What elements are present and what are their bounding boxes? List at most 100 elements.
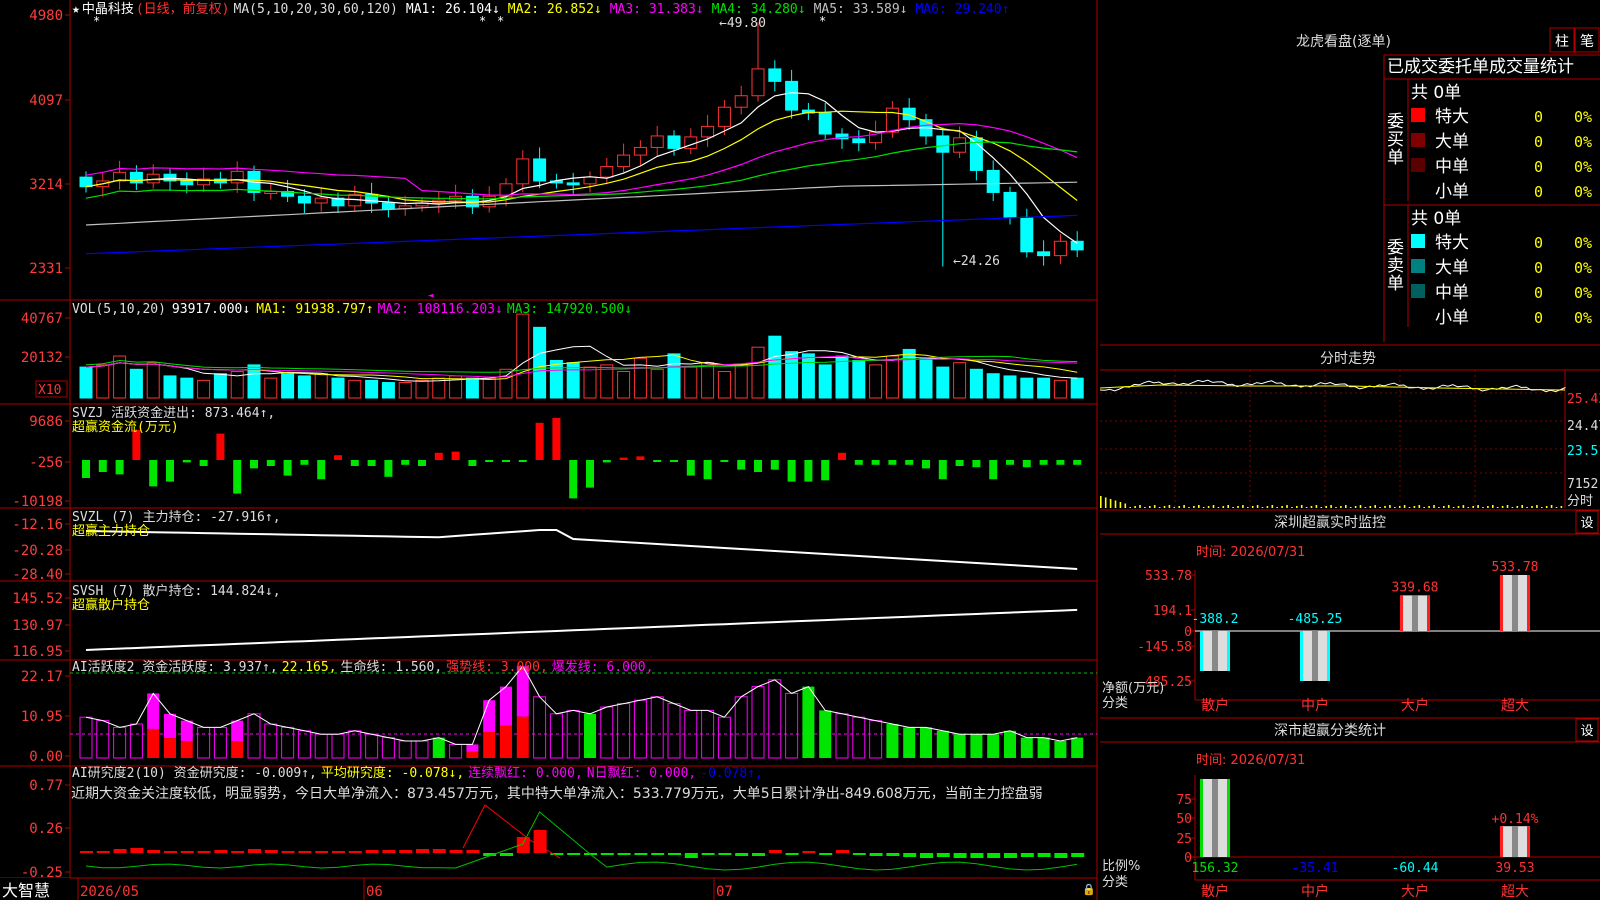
money-flow-bar xyxy=(770,460,779,470)
money-flow-bar xyxy=(250,460,258,469)
volume-bar xyxy=(1020,377,1034,399)
volume-bar xyxy=(902,348,916,399)
sc-category-label: 散户 xyxy=(1201,883,1229,900)
intraday-volume-bar xyxy=(1403,505,1406,508)
size-name: 大单 xyxy=(1435,258,1469,278)
intraday-volume-bar xyxy=(1340,506,1342,508)
activity-bar xyxy=(1004,730,1016,758)
research-bar xyxy=(785,853,799,855)
research-bar xyxy=(920,853,933,858)
intraday-volume-bar xyxy=(1452,507,1455,508)
intraday-volume-bar xyxy=(1149,506,1151,508)
intraday-volume-bar xyxy=(1247,507,1249,508)
money-flow-bar xyxy=(216,433,225,460)
intraday-title: 分时走势 xyxy=(1320,351,1376,367)
sz-bar-value: 533.78 xyxy=(1492,560,1539,575)
svsh-tick-label: 130.97 xyxy=(12,618,63,634)
intraday-volume-bar xyxy=(1242,505,1244,508)
svzj-subtitle: 超赢资金流(万元) xyxy=(72,419,179,435)
research-bar xyxy=(634,853,648,855)
money-flow-bar xyxy=(787,460,796,482)
research-bar xyxy=(617,853,631,855)
intraday-volume-bar xyxy=(1521,505,1523,508)
activity-bar-body xyxy=(920,727,932,758)
sc-category-label: 大户 xyxy=(1401,883,1429,900)
size-pct: 0% xyxy=(1574,234,1592,252)
intraday-tick-label: 23.51 xyxy=(1567,444,1600,459)
ai2-avg: 平均研究度: -0.078↓, xyxy=(321,765,464,781)
sz-y-tick-label: 0 xyxy=(1184,625,1192,640)
sc-y-tick-label: 25 xyxy=(1176,832,1192,847)
research-bar xyxy=(701,853,715,855)
intraday-volume-bar xyxy=(1477,505,1479,508)
research-bar xyxy=(382,850,396,853)
candle-body xyxy=(633,146,647,156)
activity-bar-top xyxy=(500,686,512,726)
candle-body xyxy=(566,182,580,186)
candle-body xyxy=(768,68,782,82)
sc-y-tick-label: 50 xyxy=(1176,812,1192,827)
money-flow-bar xyxy=(535,422,544,460)
money-flow-bar xyxy=(502,460,510,462)
volume-bar xyxy=(1053,379,1067,399)
sc-bar xyxy=(1200,779,1230,857)
research-bar xyxy=(768,850,782,853)
research-bar xyxy=(953,853,967,858)
intraday-volume-bar xyxy=(1212,505,1215,508)
volume-bar xyxy=(885,355,899,399)
intraday-volume-bar xyxy=(1109,499,1112,508)
activity-bar-bottom xyxy=(500,725,512,758)
intraday-volume-bar xyxy=(1379,507,1381,508)
intraday-volume-bar xyxy=(1158,507,1161,508)
intraday-volume-bar xyxy=(1496,507,1499,508)
signal-star-icon: * xyxy=(93,14,100,28)
volume-bar xyxy=(986,373,1000,399)
money-flow-bar xyxy=(854,460,863,465)
sz-bar xyxy=(1200,631,1230,671)
volume-bar xyxy=(583,366,597,399)
activity-bar-body xyxy=(1054,741,1067,758)
kline-chart-area[interactable]: ←49.80 ←24.26 4980 4097 3214 2331 ★ 中晶科技 (日线，前复权… xyxy=(0,0,1100,900)
size-count: 0 xyxy=(1534,133,1543,151)
money-flow-bar xyxy=(283,460,292,476)
stock-terminal: ←49.80 ←24.26 4980 4097 3214 2331 ★ 中晶科技 (日线，前复权… xyxy=(0,0,1600,900)
intraday-volume-bar xyxy=(1545,506,1548,508)
money-flow-bar xyxy=(485,460,494,462)
size-count: 0 xyxy=(1534,259,1543,277)
activity-bar xyxy=(1071,737,1084,758)
bar-shade xyxy=(1212,631,1218,671)
size-color-swatch xyxy=(1411,284,1425,298)
price-tick-label: 4980 xyxy=(29,8,63,24)
intraday-volume-bar xyxy=(1389,505,1391,508)
intraday-volume-bar xyxy=(1305,507,1308,508)
volume-bar xyxy=(281,373,295,399)
intraday-volume-bar xyxy=(1511,507,1514,508)
volume-bar xyxy=(919,357,933,399)
research-bar xyxy=(836,850,849,853)
intraday-volume-bar xyxy=(1555,507,1558,508)
vol-unit-label: X10 xyxy=(38,383,61,398)
sc-bar-value: -35.41 xyxy=(1292,861,1339,876)
intraday-volume-bar xyxy=(1536,505,1538,508)
size-name: 中单 xyxy=(1435,157,1469,177)
activity-bar xyxy=(231,720,244,758)
intraday-tick-label: 24.47 xyxy=(1567,419,1600,434)
intraday-volume-bar xyxy=(1178,506,1180,508)
intraday-volume-bar xyxy=(1232,507,1234,508)
side-label-char: 委 xyxy=(1387,238,1404,258)
activity-bar-top xyxy=(231,720,244,742)
size-pct: 0% xyxy=(1574,158,1592,176)
intraday-tick-label: 25.43 xyxy=(1567,392,1600,407)
research-bar xyxy=(802,851,816,853)
intraday-volume-bar xyxy=(1237,506,1239,508)
money-flow-bar xyxy=(1073,460,1082,465)
research-bar xyxy=(1071,853,1085,857)
activity-bar xyxy=(516,666,529,758)
size-pct: 0% xyxy=(1574,133,1592,151)
size-pct: 0% xyxy=(1574,108,1592,126)
research-bar xyxy=(164,851,177,853)
intraday-volume-bar xyxy=(1423,507,1425,508)
volume-bar xyxy=(617,371,631,399)
sz-category-label: 超大 xyxy=(1501,698,1529,714)
intraday-volume-bar xyxy=(1310,506,1313,508)
